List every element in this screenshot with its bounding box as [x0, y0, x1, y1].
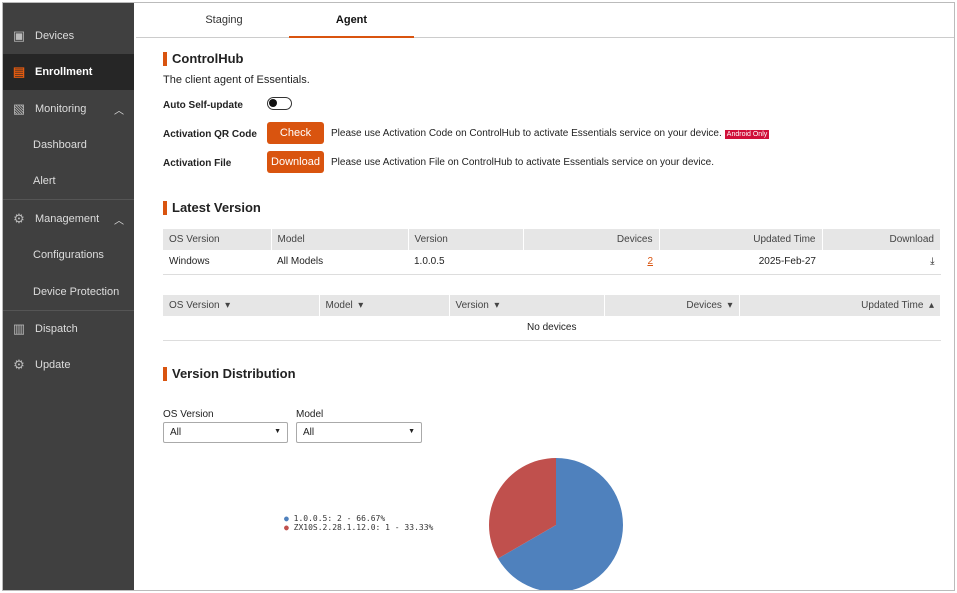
latest-version-heading: Latest Version [163, 201, 261, 215]
version-distribution-heading: Version Distribution [163, 367, 296, 381]
col-model-sort[interactable]: Model ▾ [319, 295, 450, 316]
tab-agent[interactable]: Agent [289, 3, 414, 38]
legend-item: 1.0.0.5: 2 - 66.67% [293, 514, 386, 523]
sidebar-item-dashboard[interactable]: Dashboard [3, 127, 134, 163]
sidebar-item-management[interactable]: ⚙ Management ︿ [3, 201, 134, 237]
tab-bar: Staging Agent [136, 3, 954, 38]
model-select[interactable]: All [296, 422, 422, 443]
tab-staging[interactable]: Staging [164, 3, 284, 38]
col-updated: Updated Time [659, 229, 823, 250]
sidebar-item-dispatch[interactable]: ▥ Dispatch [3, 311, 134, 347]
os-version-select[interactable]: All [163, 422, 288, 443]
model-label: Model [296, 409, 324, 420]
chart-legend: ● 1.0.0.5: 2 - 66.67% ● ZX10S.2.28.1.12.… [284, 514, 433, 532]
col-version-sort[interactable]: Version ▾ [449, 295, 605, 316]
auto-update-toggle[interactable] [267, 97, 292, 110]
col-os-sort[interactable]: OS Version ▾ [163, 295, 320, 316]
legend-dot-blue: ● [284, 514, 289, 523]
sidebar-item-alert[interactable]: Alert [3, 163, 134, 199]
cell-model: All Models [271, 250, 408, 275]
android-only-badge: Android Only [724, 130, 770, 139]
devices-table: OS Version ▾ Model ▾ Version ▾ Devices ▾ Upd… [163, 295, 941, 341]
download-icon[interactable]: ⤓ [822, 250, 941, 275]
cell-version: 1.0.0.5 [408, 250, 523, 275]
controlhub-heading: ControlHub [163, 52, 243, 66]
qr-code-label: Activation QR Code [163, 129, 257, 140]
sidebar-item-enrollment[interactable]: ▤ Enrollment [3, 54, 134, 90]
sidebar-item-devices[interactable]: ▣ Devices [3, 18, 134, 54]
activation-file-help: Please use Activation File on ControlHub… [331, 157, 714, 168]
management-icon: ⚙ [13, 211, 25, 226]
controlhub-description: The client agent of Essentials. [163, 74, 310, 86]
monitoring-icon: ▧ [12, 101, 26, 116]
col-version: Version [408, 229, 524, 250]
devices-icon: ▣ [12, 28, 26, 43]
cell-updated: 2025-Feb-27 [659, 250, 822, 275]
col-os: OS Version [163, 229, 272, 250]
col-updated-sort[interactable]: Updated Time ▴ [739, 295, 941, 316]
devices-count-link[interactable]: 2 [647, 256, 653, 267]
sidebar-item-monitoring[interactable]: ▧ Monitoring ︿ [3, 91, 134, 127]
col-devices-sort[interactable]: Devices ▾ [604, 295, 740, 316]
sidebar-item-update[interactable]: ⚙ Update [3, 347, 134, 383]
chevron-up-icon: ︿ [114, 105, 124, 117]
table-row: Windows All Models 1.0.0.5 2 2025-Feb-27 ⤓ [163, 250, 941, 275]
os-version-label: OS Version [163, 409, 214, 420]
legend-dot-red: ● [284, 523, 289, 532]
cell-os: Windows [163, 250, 271, 275]
chevron-up-icon: ︿ [114, 215, 124, 227]
check-button[interactable]: Check [267, 122, 324, 144]
enrollment-icon: ▤ [12, 64, 26, 79]
activation-file-label: Activation File [163, 158, 232, 169]
no-devices-message: No devices [163, 316, 941, 341]
col-model: Model [271, 229, 409, 250]
version-pie-chart [489, 458, 623, 590]
latest-version-table: OS Version Model Version Devices Updated Tim… [163, 229, 941, 275]
col-devices: Devices [523, 229, 660, 250]
download-button[interactable]: Download [267, 151, 324, 173]
auto-update-label: Auto Self-update [163, 100, 243, 111]
qr-code-help: Please use Activation Code on ControlHub… [331, 128, 722, 139]
legend-item: ZX10S.2.28.1.12.0: 1 - 33.33% [293, 523, 434, 532]
sidebar-item-configurations[interactable]: Configurations [3, 237, 134, 273]
dispatch-icon: ▥ [12, 321, 26, 336]
update-icon: ⚙ [13, 357, 25, 372]
sidebar: ▣ Devices ▤ Enrollment ▧ Monitoring ︿ Dashbo… [3, 3, 134, 590]
sidebar-item-device-protection[interactable]: Device Protection [3, 274, 134, 310]
col-download: Download [822, 229, 941, 250]
